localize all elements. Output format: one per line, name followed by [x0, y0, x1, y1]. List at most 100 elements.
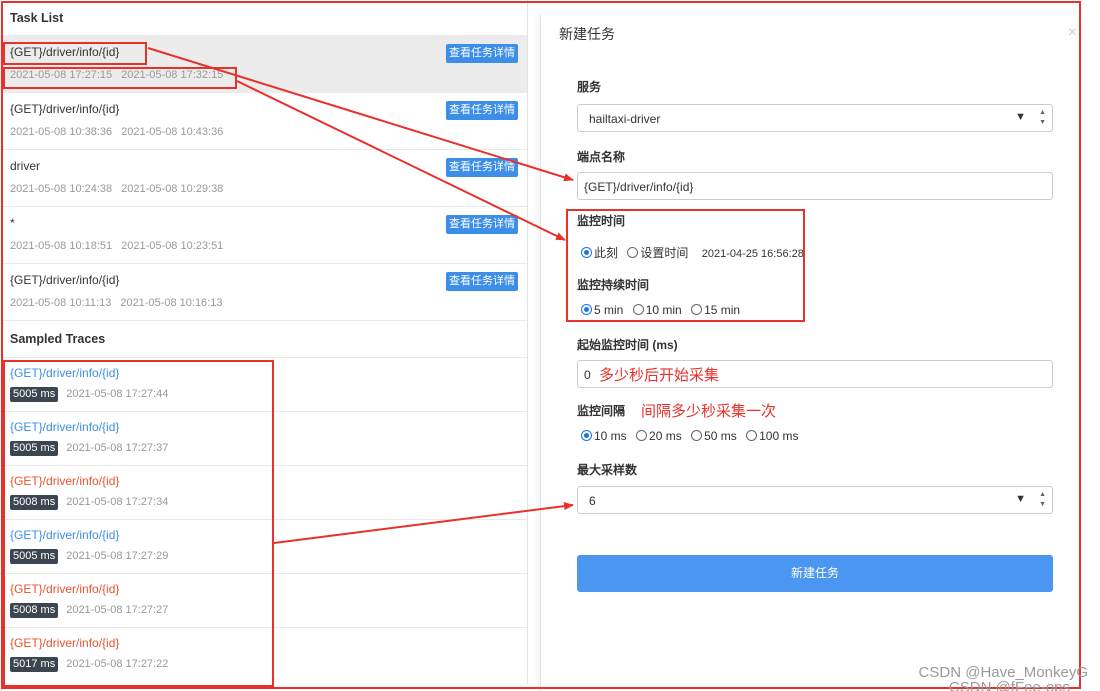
trace-item[interactable]: {GET}/driver/info/{id} 5005 ms 2021-05-08… [0, 520, 527, 574]
duration-5min-label[interactable]: 5 min [594, 303, 623, 317]
trace-meta: 5017 ms 2021-05-08 17:27:22 [10, 657, 168, 672]
trace-item[interactable]: {GET}/driver/info/{id} 5008 ms 2021-05-08… [0, 574, 527, 628]
spinner-arrows-icon[interactable]: ▲ ▼ [1039, 108, 1046, 128]
trace-meta: 5005 ms 2021-05-08 17:27:29 [10, 549, 168, 564]
monitor-time-value: 2021-04-25 16:56:28 [701, 248, 804, 260]
interval-10ms-label[interactable]: 10 ms [594, 429, 627, 443]
spinner-arrows-icon[interactable]: ▲ ▼ [1039, 490, 1046, 510]
trace-item[interactable]: {GET}/driver/info/{id} 5005 ms 2021-05-08… [0, 358, 527, 412]
duration-badge: 5017 ms [10, 657, 59, 672]
interval-20ms-radio[interactable] [636, 430, 648, 441]
trace-item[interactable]: {GET}/driver/info/{id} 5005 ms 2021-05-08… [0, 412, 527, 466]
duration-10min-radio[interactable] [632, 304, 644, 315]
trace-meta: 5005 ms 2021-05-08 17:27:37 [10, 441, 168, 456]
trace-endpoint-link[interactable]: {GET}/driver/info/{id} [10, 636, 119, 650]
interval-radio-group: 10 ms 20 ms 50 ms 100 ms [581, 429, 804, 443]
task-end-time: 2021-05-08 17:32:15 [121, 69, 224, 81]
max-samples-select[interactable]: 6 ▼ ▲ ▼ [577, 486, 1053, 514]
interval-20ms-label[interactable]: 20 ms [649, 429, 682, 443]
monitor-time-label: 监控时间 [577, 214, 626, 228]
monitor-time-radio-group: 此刻 设置时间 2021-04-25 16:56:28 [581, 244, 804, 261]
trace-time: 2021-05-08 17:27:34 [66, 496, 169, 508]
max-samples-value: 6 [589, 494, 596, 508]
trace-endpoint-link[interactable]: {GET}/driver/info/{id} [10, 528, 119, 542]
left-panel: Task List {GET}/driver/info/{id} 2021-05… [0, 0, 528, 684]
monitor-time-now-label[interactable]: 此刻 [594, 246, 618, 260]
trace-endpoint-link[interactable]: {GET}/driver/info/{id} [10, 366, 119, 380]
start-delay-annotation: 多少秒后开始采集 [599, 367, 720, 384]
service-select-value: hailtaxi-driver [589, 112, 661, 126]
task-item[interactable]: {GET}/driver/info/{id} 2021-05-08 10:38:… [0, 93, 527, 150]
interval-50ms-radio[interactable] [691, 430, 703, 441]
task-endpoint: * [10, 216, 15, 230]
interval-100ms-label[interactable]: 100 ms [759, 429, 798, 443]
duration-5min-radio[interactable] [581, 304, 592, 315]
monitor-duration-label: 监控持续时间 [577, 278, 650, 292]
service-select[interactable]: hailtaxi-driver ▼ ▲ ▼ [577, 104, 1053, 132]
task-end-time: 2021-05-08 10:29:38 [121, 183, 224, 195]
view-task-detail-button[interactable]: 查看任务详情 [446, 215, 518, 234]
interval-50ms-label[interactable]: 50 ms [704, 429, 737, 443]
close-icon[interactable]: × [1068, 24, 1077, 42]
monitor-time-custom-radio[interactable] [627, 247, 639, 258]
modal-title: 新建任务 [559, 26, 615, 42]
watermark-text: CSDN @fFee-ops [948, 679, 1070, 691]
monitor-time-custom-label[interactable]: 设置时间 [640, 246, 688, 260]
task-start-time: 2021-05-08 10:11:13 [10, 297, 112, 309]
trace-endpoint-link[interactable]: {GET}/driver/info/{id} [10, 474, 119, 488]
trace-meta: 5008 ms 2021-05-08 17:27:27 [10, 603, 168, 618]
trace-endpoint-link[interactable]: {GET}/driver/info/{id} [10, 582, 119, 596]
duration-badge: 5005 ms [10, 549, 59, 564]
view-task-detail-button[interactable]: 查看任务详情 [446, 272, 518, 291]
endpoint-input-value: {GET}/driver/info/{id} [584, 180, 694, 194]
service-label: 服务 [577, 80, 602, 94]
monitor-time-now-radio[interactable] [581, 247, 592, 258]
trace-time: 2021-05-08 17:27:22 [66, 658, 169, 670]
task-item[interactable]: {GET}/driver/info/{id} 2021-05-08 10:11:… [0, 264, 527, 321]
task-end-time: 2021-05-08 10:43:36 [121, 126, 224, 138]
task-time-range: 2021-05-08 10:11:13 2021-05-08 10:16:13 [10, 297, 222, 309]
task-list-title: Task List [0, 0, 527, 36]
duration-badge: 5005 ms [10, 441, 59, 456]
duration-badge: 5008 ms [10, 603, 59, 618]
trace-item[interactable]: {GET}/driver/info/{id} 5008 ms 2021-05-08… [0, 466, 527, 520]
trace-time: 2021-05-08 17:27:37 [66, 442, 169, 454]
duration-badge: 5005 ms [10, 387, 59, 402]
create-task-button[interactable]: 新建任务 [577, 555, 1053, 592]
sampled-traces-title: Sampled Traces [0, 321, 527, 358]
monitor-duration-radio-group: 5 min 10 min 15 min [581, 303, 746, 317]
task-item[interactable]: * 2021-05-08 10:18:51 2021-05-08 10:23:51… [0, 207, 527, 264]
trace-time: 2021-05-08 17:27:44 [66, 388, 169, 400]
view-task-detail-button[interactable]: 查看任务详情 [446, 44, 518, 63]
start-delay-input-value: 0 [584, 368, 591, 382]
view-task-detail-button[interactable]: 查看任务详情 [446, 101, 518, 120]
trace-endpoint-link[interactable]: {GET}/driver/info/{id} [10, 420, 119, 434]
task-start-time: 2021-05-08 10:38:36 [10, 126, 113, 138]
task-time-range: 2021-05-08 17:27:15 2021-05-08 17:32:15 [10, 69, 223, 81]
duration-15min-radio[interactable] [691, 304, 703, 315]
duration-15min-label[interactable]: 15 min [704, 303, 740, 317]
task-time-range: 2021-05-08 10:18:51 2021-05-08 10:23:51 [10, 240, 223, 252]
trace-meta: 5008 ms 2021-05-08 17:27:34 [10, 495, 168, 510]
trace-time: 2021-05-08 17:27:29 [66, 550, 169, 562]
task-start-time: 2021-05-08 10:18:51 [10, 240, 113, 252]
trace-item[interactable]: {GET}/driver/info/{id} 5017 ms 2021-05-08… [0, 628, 527, 682]
new-task-modal: 新建任务 × 服务 hailtaxi-driver ▼ ▲ ▼ 端点名称 {GET… [540, 14, 1085, 691]
view-task-detail-button[interactable]: 查看任务详情 [446, 158, 518, 177]
trace-time: 2021-05-08 17:27:27 [66, 604, 169, 616]
trace-meta: 5005 ms 2021-05-08 17:27:44 [10, 387, 168, 402]
task-item[interactable]: {GET}/driver/info/{id} 2021-05-08 17:27:… [0, 36, 527, 93]
max-samples-label: 最大采样数 [577, 463, 638, 477]
start-delay-label: 起始监控时间 (ms) [577, 338, 678, 352]
task-item[interactable]: driver 2021-05-08 10:24:38 2021-05-08 10:… [0, 150, 527, 207]
duration-10min-label[interactable]: 10 min [646, 303, 682, 317]
task-end-time: 2021-05-08 10:16:13 [120, 297, 223, 309]
task-start-time: 2021-05-08 10:24:38 [10, 183, 113, 195]
endpoint-input[interactable]: {GET}/driver/info/{id} [577, 172, 1053, 200]
interval-10ms-radio[interactable] [581, 430, 592, 441]
interval-100ms-radio[interactable] [746, 430, 758, 441]
task-time-range: 2021-05-08 10:38:36 2021-05-08 10:43:36 [10, 126, 223, 138]
task-endpoint: {GET}/driver/info/{id} [10, 45, 120, 59]
interval-annotation: 间隔多少秒采集一次 [641, 403, 777, 420]
task-start-time: 2021-05-08 17:27:15 [10, 69, 113, 81]
